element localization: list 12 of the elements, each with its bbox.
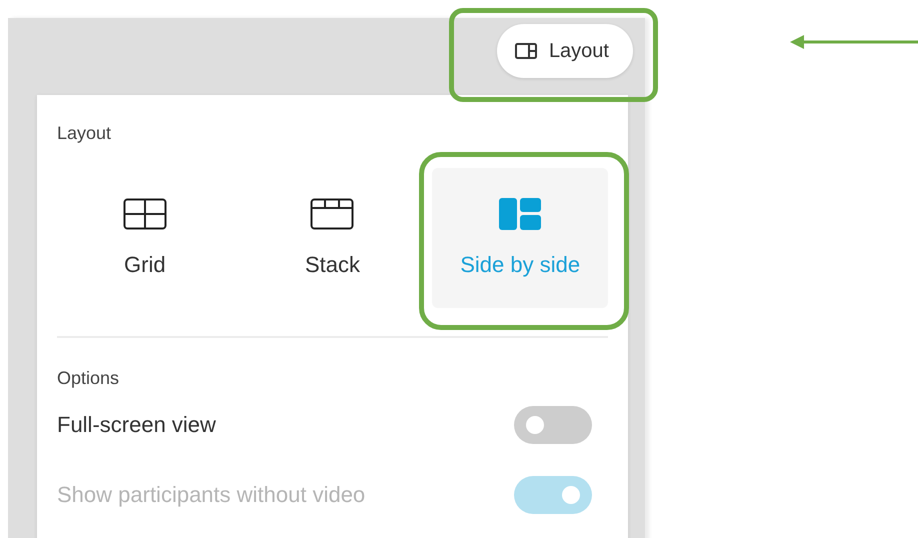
toggle-switch[interactable] <box>514 406 592 444</box>
grid-icon <box>122 198 167 230</box>
option-label: Full-screen view <box>57 412 216 438</box>
section-title: Options <box>57 368 120 389</box>
layout-icon <box>514 43 537 59</box>
option-label: Show participants without video <box>57 482 366 508</box>
layout-option[interactable]: Stack <box>244 168 420 308</box>
layout-button[interactable]: Layout <box>496 24 633 78</box>
section-title: Layout <box>57 123 112 144</box>
side-by-side-icon <box>499 198 542 230</box>
stack-icon <box>310 198 354 230</box>
layout-option[interactable]: Grid <box>57 168 233 308</box>
